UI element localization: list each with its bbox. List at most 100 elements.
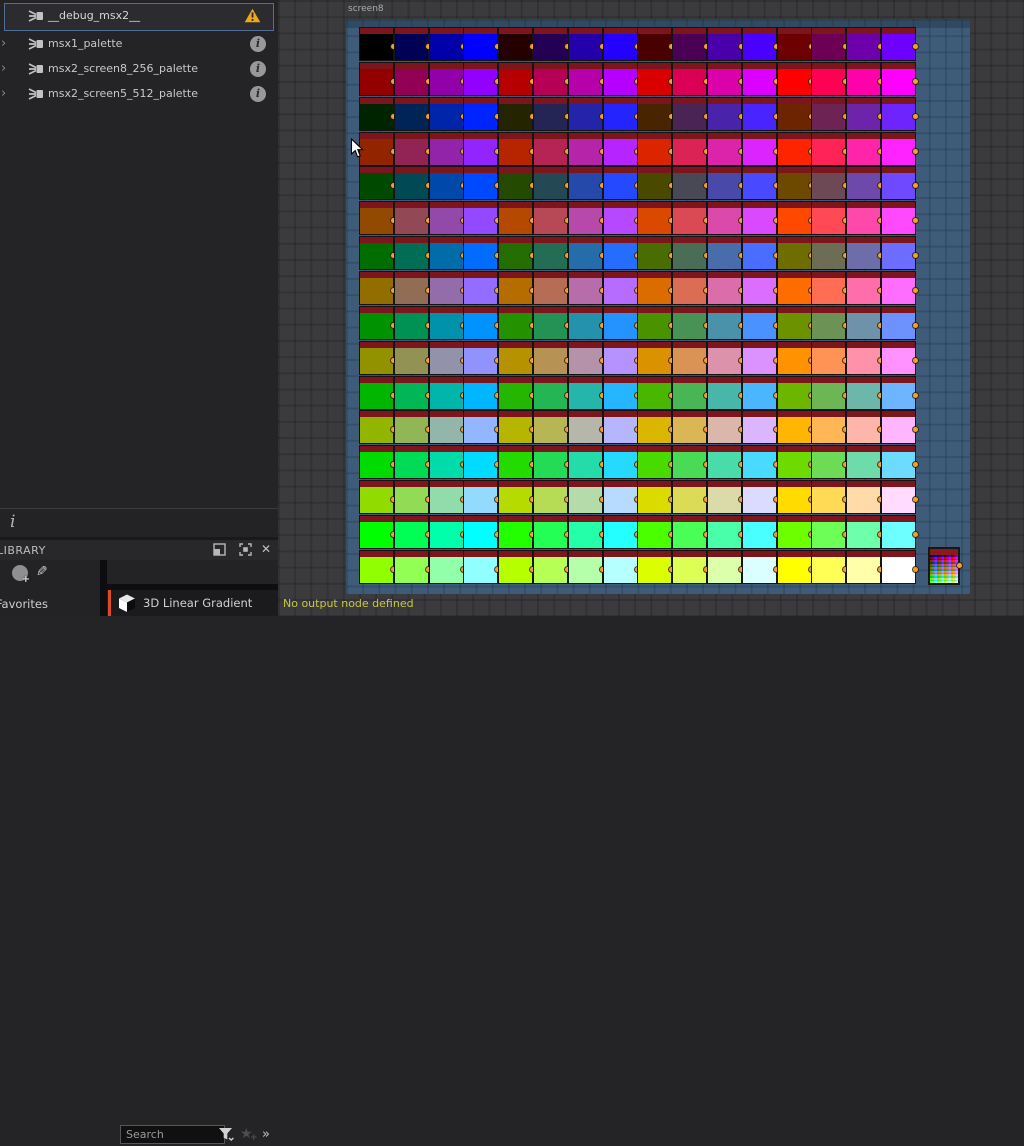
palette-node[interactable]: [812, 446, 849, 479]
palette-node[interactable]: [777, 481, 814, 514]
palette-node[interactable]: [638, 62, 675, 95]
palette-node[interactable]: [708, 132, 744, 165]
palette-node[interactable]: [673, 202, 710, 235]
palette-node[interactable]: [777, 237, 814, 270]
palette-node[interactable]: [603, 132, 640, 165]
output-connector-dot[interactable]: [913, 566, 918, 572]
palette-node[interactable]: [638, 411, 675, 444]
palette-node[interactable]: [464, 411, 501, 444]
palette-node[interactable]: [847, 62, 884, 95]
palette-node[interactable]: [812, 62, 849, 95]
palette-node[interactable]: [777, 202, 814, 235]
expand-chevron-icon[interactable]: ›: [1, 85, 6, 103]
palette-node[interactable]: [499, 550, 536, 583]
palette-node[interactable]: [603, 28, 640, 60]
palette-node[interactable]: [568, 515, 605, 548]
palette-node[interactable]: [812, 341, 849, 374]
output-connector-dot[interactable]: [913, 148, 918, 154]
palette-node[interactable]: [882, 132, 918, 165]
palette-node[interactable]: [394, 515, 431, 548]
palette-node[interactable]: [464, 62, 501, 95]
palette-node[interactable]: [360, 446, 396, 479]
palette-node[interactable]: [742, 376, 779, 409]
palette-node[interactable]: [708, 481, 744, 514]
palette-node[interactable]: [882, 341, 918, 374]
palette-node[interactable]: [708, 446, 744, 479]
graph-list-item-msx2-screen8[interactable]: › msx2_screen8_256_palette i: [0, 57, 278, 82]
palette-node[interactable]: [568, 167, 605, 200]
palette-node[interactable]: [568, 481, 605, 514]
palette-node[interactable]: [360, 62, 396, 95]
palette-node[interactable]: [812, 271, 849, 304]
palette-node[interactable]: [534, 132, 570, 165]
palette-node[interactable]: [360, 202, 396, 235]
palette-node[interactable]: [534, 97, 570, 130]
palette-node[interactable]: [708, 167, 744, 200]
palette-node[interactable]: [603, 97, 640, 130]
palette-node[interactable]: [882, 237, 918, 270]
output-connector-dot[interactable]: [913, 531, 918, 537]
library-item-3d-linear-gradient[interactable]: 3D Linear Gradient: [107, 590, 278, 616]
palette-node[interactable]: [882, 411, 918, 444]
palette-node[interactable]: [777, 28, 814, 60]
palette-node[interactable]: [464, 202, 501, 235]
palette-node[interactable]: [882, 376, 918, 409]
palette-node[interactable]: [847, 167, 884, 200]
palette-node[interactable]: [464, 132, 501, 165]
palette-node[interactable]: [847, 306, 884, 339]
info-icon[interactable]: i: [250, 86, 266, 102]
palette-node[interactable]: [429, 202, 466, 235]
palette-node[interactable]: [638, 376, 675, 409]
palette-node[interactable]: [742, 202, 779, 235]
palette-node[interactable]: [394, 28, 431, 60]
palette-node[interactable]: [882, 446, 918, 479]
palette-node[interactable]: [568, 550, 605, 583]
palette-node[interactable]: [464, 28, 501, 60]
palette-node[interactable]: [603, 62, 640, 95]
palette-node[interactable]: [638, 167, 675, 200]
palette-node[interactable]: [394, 481, 431, 514]
palette-node[interactable]: [394, 132, 431, 165]
palette-node[interactable]: [603, 481, 640, 514]
palette-node[interactable]: [882, 202, 918, 235]
palette-node[interactable]: [499, 132, 536, 165]
palette-node[interactable]: [673, 62, 710, 95]
palette-node[interactable]: [812, 550, 849, 583]
palette-node[interactable]: [394, 167, 431, 200]
palette-node[interactable]: [708, 62, 744, 95]
palette-node[interactable]: [638, 237, 675, 270]
palette-node[interactable]: [882, 271, 918, 304]
palette-node[interactable]: [742, 446, 779, 479]
palette-node[interactable]: [464, 271, 501, 304]
info-icon[interactable]: i: [250, 61, 266, 77]
palette-node[interactable]: [847, 515, 884, 548]
palette-node[interactable]: [673, 481, 710, 514]
palette-node[interactable]: [464, 306, 501, 339]
palette-node[interactable]: [360, 550, 396, 583]
palette-node[interactable]: [882, 306, 918, 339]
palette-node[interactable]: [777, 341, 814, 374]
palette-node[interactable]: [534, 446, 570, 479]
palette-node[interactable]: [812, 481, 849, 514]
more-options-chevrons[interactable]: »: [262, 1127, 270, 1142]
palette-node[interactable]: [534, 28, 570, 60]
palette-node[interactable]: [638, 271, 675, 304]
palette-node[interactable]: [847, 550, 884, 583]
palette-node[interactable]: [499, 446, 536, 479]
palette-node[interactable]: [847, 481, 884, 514]
palette-node[interactable]: [394, 550, 431, 583]
palette-node[interactable]: [499, 515, 536, 548]
palette-node[interactable]: [742, 237, 779, 270]
palette-node[interactable]: [568, 132, 605, 165]
palette-node[interactable]: [603, 271, 640, 304]
palette-node[interactable]: [812, 411, 849, 444]
palette-node[interactable]: [847, 237, 884, 270]
palette-node[interactable]: [777, 62, 814, 95]
palette-node[interactable]: [499, 306, 536, 339]
palette-node[interactable]: [603, 411, 640, 444]
palette-node[interactable]: [360, 97, 396, 130]
palette-node[interactable]: [812, 306, 849, 339]
palette-node[interactable]: [568, 341, 605, 374]
palette-node[interactable]: [464, 550, 501, 583]
palette-node[interactable]: [812, 515, 849, 548]
